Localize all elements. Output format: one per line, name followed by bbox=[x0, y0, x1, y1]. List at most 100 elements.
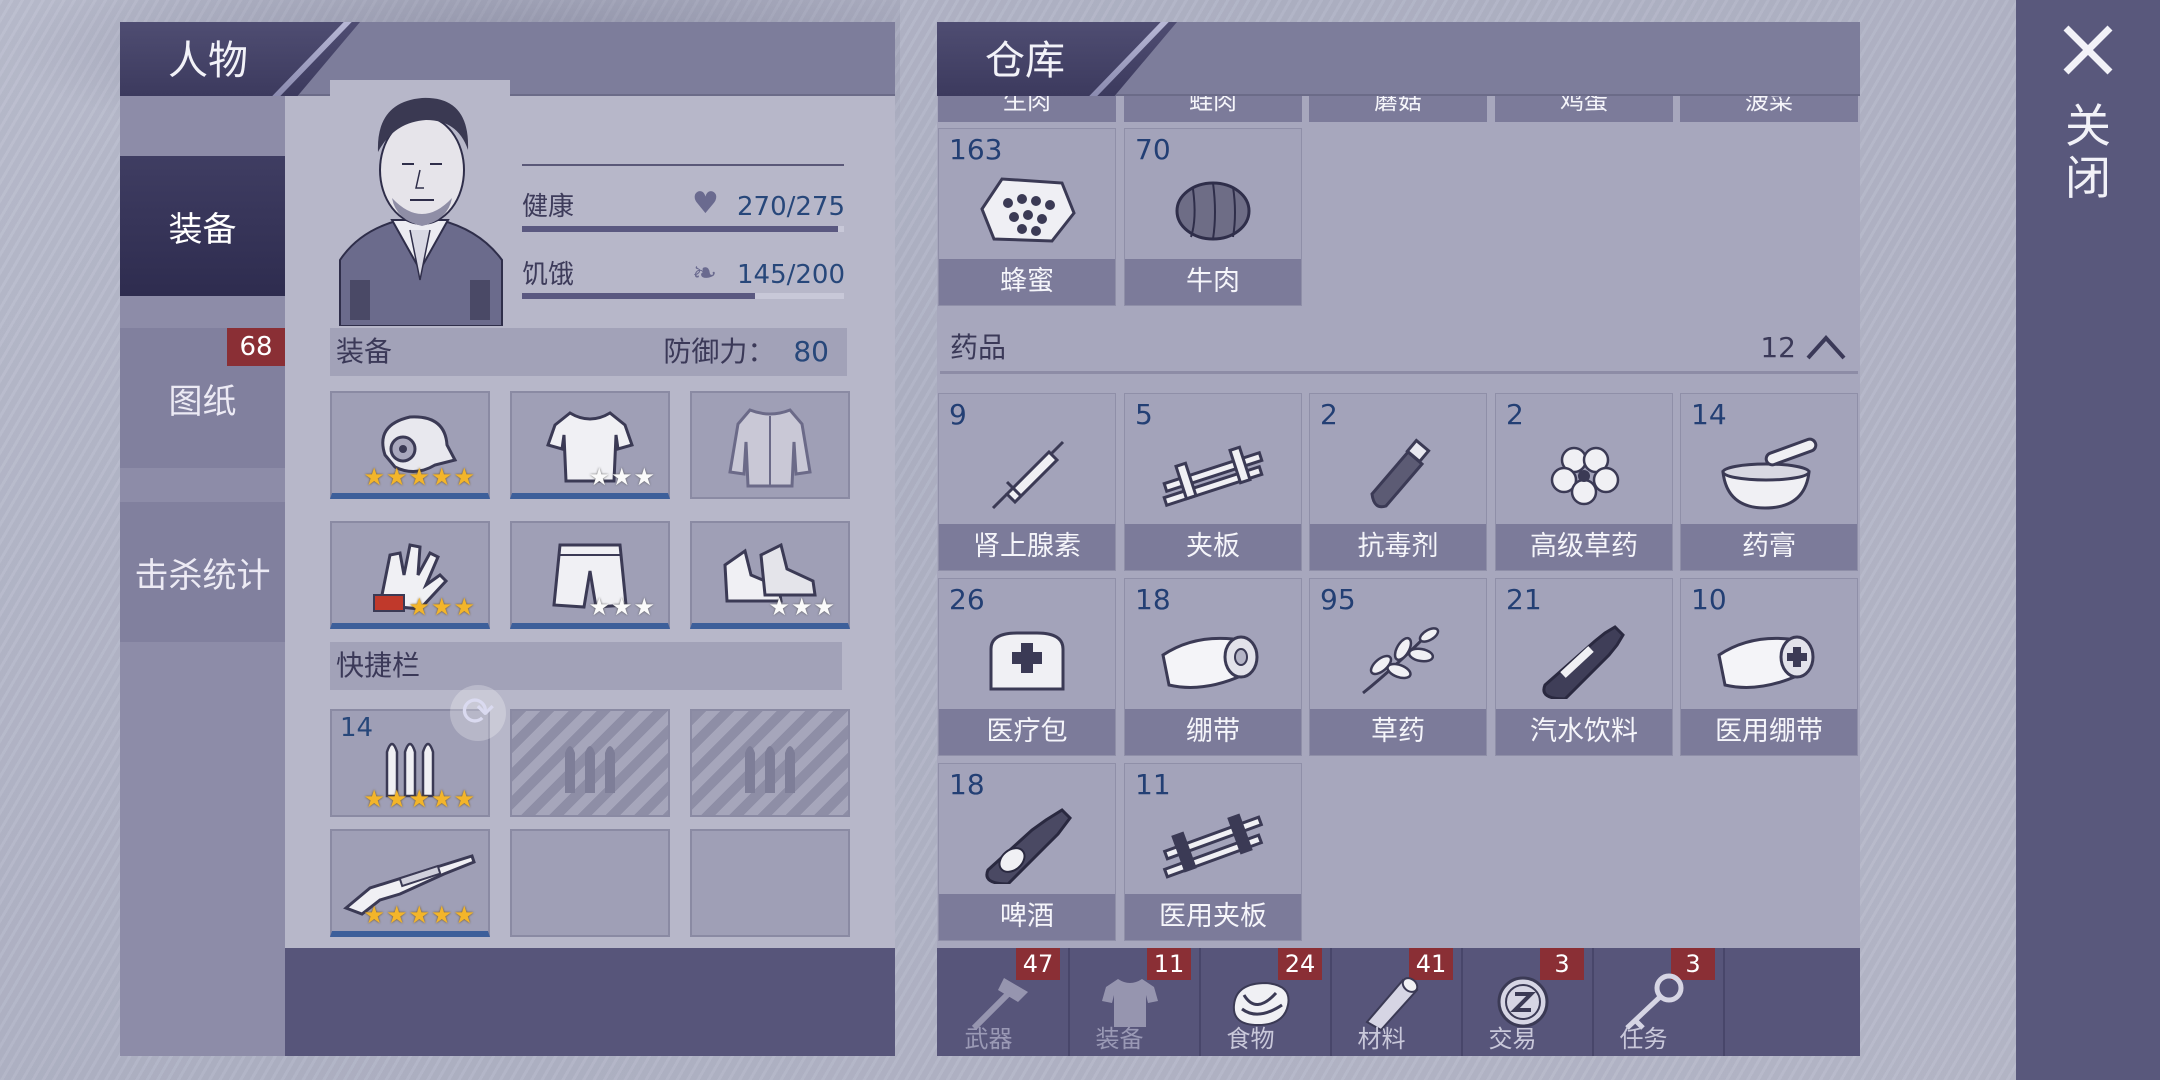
hunger-bar bbox=[522, 293, 844, 299]
tab-equipment-items[interactable]: 11 装备 bbox=[1070, 948, 1201, 1056]
item-honey[interactable]: 163 蜂蜜 bbox=[938, 128, 1116, 306]
item-egg-clipped[interactable]: 鸡蛋 bbox=[1495, 96, 1673, 122]
slot-head-stars: ★★★★★ bbox=[363, 463, 476, 491]
item-name: 绷带 bbox=[1125, 709, 1301, 755]
tab-materials-label: 材料 bbox=[1357, 1025, 1406, 1053]
health-value: 270/275 bbox=[736, 192, 845, 222]
close-label-char: 关 bbox=[2065, 99, 2111, 153]
tab-food[interactable]: 24 食物 bbox=[1201, 948, 1332, 1056]
item-frog-meat-clipped[interactable]: 蛙肉 bbox=[1124, 96, 1302, 122]
item-spinach-clipped[interactable]: 菠菜 bbox=[1680, 96, 1858, 122]
item-ointment[interactable]: 14 药膏 bbox=[1680, 393, 1858, 571]
item-name: 肾上腺素 bbox=[939, 524, 1115, 570]
warehouse-header: 仓库 bbox=[937, 22, 1860, 96]
warehouse-title-text: 仓库 bbox=[985, 38, 1065, 84]
item-name: 夹板 bbox=[1125, 524, 1301, 570]
item-raw-meat-clipped[interactable]: 生肉 bbox=[938, 96, 1116, 122]
character-title-text: 人物 bbox=[168, 38, 248, 84]
stats-divider bbox=[522, 164, 844, 166]
medicine-count: 12 bbox=[1760, 331, 1796, 364]
item-medkit[interactable]: 26 医疗包 bbox=[938, 578, 1116, 756]
health-label: 健康 bbox=[522, 192, 575, 222]
tab-equipment-label: 装备 bbox=[168, 209, 237, 250]
tab-materials[interactable]: 41 材料 bbox=[1332, 948, 1463, 1056]
blueprints-badge: 68 bbox=[227, 328, 285, 366]
quickbar-slot-empty-2[interactable] bbox=[690, 709, 850, 817]
character-title: 人物 bbox=[120, 22, 360, 96]
close-icon[interactable] bbox=[2060, 22, 2116, 78]
tab-kill-stats[interactable]: 击杀统计 bbox=[120, 502, 285, 642]
item-mushroom-clipped[interactable]: 蘑菇 bbox=[1309, 96, 1487, 122]
equip-slot-shoes[interactable]: ★★★ bbox=[690, 521, 850, 629]
beef-icon bbox=[1125, 159, 1301, 259]
equipment-label: 装备 bbox=[336, 335, 393, 368]
item-medical-splint[interactable]: 11 医用夹板 bbox=[1124, 763, 1302, 941]
item-beer[interactable]: 18 啤酒 bbox=[938, 763, 1116, 941]
ammo-placeholder-icon bbox=[692, 715, 848, 815]
character-side-tabs: 装备 68 图纸 击杀统计 bbox=[120, 96, 285, 1056]
equip-slot-head[interactable]: ★★★★★ bbox=[330, 391, 490, 499]
equip-slot-gloves[interactable]: ★★★ bbox=[330, 521, 490, 629]
item-antidote[interactable]: 2 抗毒剂 bbox=[1309, 393, 1487, 571]
health-bar bbox=[522, 226, 844, 232]
tab-kill-stats-label: 击杀统计 bbox=[134, 555, 271, 596]
quickbar-slot-empty-4[interactable] bbox=[690, 829, 850, 937]
medicine-category-header[interactable]: 药品 12 bbox=[940, 322, 1858, 374]
item-name: 啤酒 bbox=[939, 894, 1115, 940]
item-name: 药膏 bbox=[1681, 524, 1857, 570]
item-beef[interactable]: 70 牛肉 bbox=[1124, 128, 1302, 306]
jacket-icon bbox=[692, 397, 848, 497]
item-name: 医疗包 bbox=[939, 709, 1115, 755]
honeycomb-icon bbox=[939, 159, 1115, 259]
item-bandage[interactable]: 18 绷带 bbox=[1124, 578, 1302, 756]
item-name: 汽水饮料 bbox=[1496, 709, 1672, 755]
defense-stat: 防御力： 80 bbox=[663, 328, 829, 376]
equip-slot-jacket[interactable] bbox=[690, 391, 850, 499]
tab-weapons-label: 武器 bbox=[964, 1025, 1013, 1053]
tab-quests-label: 任务 bbox=[1619, 1025, 1668, 1053]
equip-slot-pants[interactable]: ★★★ bbox=[510, 521, 670, 629]
quickbar-slot-weapon[interactable]: ★★★★★ bbox=[330, 829, 490, 937]
warehouse-category-tabs: 47 武器 11 装备 24 食物 41 材料 3 交易 3 任务 bbox=[937, 948, 1860, 1056]
tab-quests[interactable]: 3 任务 bbox=[1594, 948, 1725, 1056]
quickbar-label: 快捷栏 bbox=[336, 649, 421, 682]
tab-weapons[interactable]: 47 武器 bbox=[939, 948, 1070, 1056]
item-advanced-herb[interactable]: 2 高级草药 bbox=[1495, 393, 1673, 571]
swap-icon[interactable]: ⟳ bbox=[450, 685, 506, 741]
item-name: 蜂蜜 bbox=[939, 259, 1115, 305]
medical-bandage-icon bbox=[1681, 609, 1857, 709]
item-medical-bandage[interactable]: 10 医用绷带 bbox=[1680, 578, 1858, 756]
rifle-stars: ★★★★★ bbox=[363, 901, 476, 929]
item-name: 高级草药 bbox=[1496, 524, 1672, 570]
item-name: 抗毒剂 bbox=[1310, 524, 1486, 570]
hunger-bar-fill bbox=[522, 293, 756, 299]
defense-value: 80 bbox=[793, 335, 829, 368]
health-bar-fill bbox=[522, 226, 838, 232]
ammo-placeholder-icon bbox=[512, 715, 668, 815]
tab-equipment[interactable]: 装备 bbox=[120, 156, 285, 296]
slot-gloves-stars: ★★★ bbox=[408, 593, 476, 621]
item-herb[interactable]: 95 草药 bbox=[1309, 578, 1487, 756]
slot-shoes-stars: ★★★ bbox=[768, 593, 836, 621]
beer-bottle-icon bbox=[939, 794, 1115, 894]
tab-trade[interactable]: 3 交易 bbox=[1463, 948, 1594, 1056]
warehouse-title: 仓库 bbox=[937, 22, 1177, 96]
item-splint[interactable]: 5 夹板 bbox=[1124, 393, 1302, 571]
close-label[interactable]: 关闭 bbox=[2060, 100, 2116, 204]
equip-slot-top[interactable]: ★★★ bbox=[510, 391, 670, 499]
close-label-char: 闭 bbox=[2065, 151, 2111, 205]
equipment-section-header: 装备 防御力： 80 bbox=[330, 328, 847, 376]
vial-icon bbox=[1310, 424, 1486, 524]
item-soda[interactable]: 21 汽水饮料 bbox=[1495, 578, 1673, 756]
item-adrenaline[interactable]: 9 肾上腺素 bbox=[938, 393, 1116, 571]
chevron-up-icon[interactable] bbox=[1804, 330, 1848, 362]
tab-trade-label: 交易 bbox=[1488, 1025, 1537, 1053]
defense-label: 防御力： bbox=[663, 335, 776, 368]
slot-pants-stars: ★★★ bbox=[588, 593, 656, 621]
herb-icon bbox=[1310, 609, 1486, 709]
tab-blueprints[interactable]: 68 图纸 bbox=[120, 328, 285, 468]
ammo-stars: ★★★★★ bbox=[363, 785, 476, 813]
quickbar-slot-empty-3[interactable] bbox=[510, 829, 670, 937]
clover-icon bbox=[1496, 424, 1672, 524]
quickbar-slot-empty-1[interactable] bbox=[510, 709, 670, 817]
